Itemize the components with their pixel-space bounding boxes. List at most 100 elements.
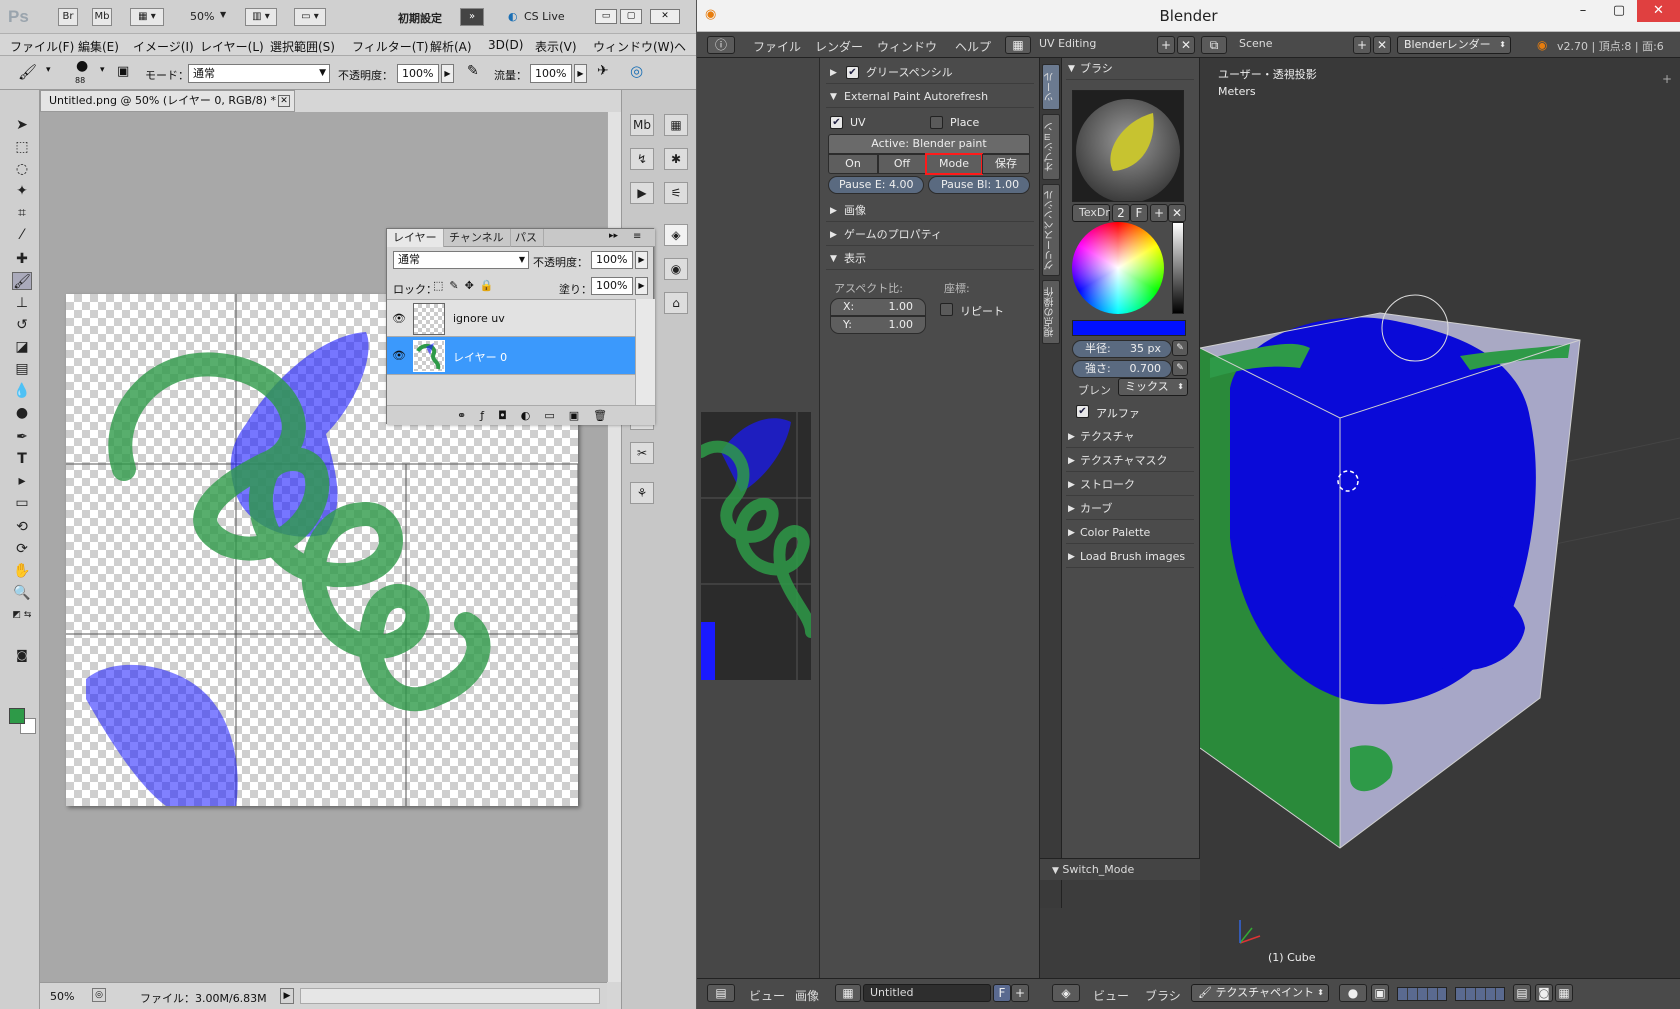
brush-preview[interactable] bbox=[1072, 90, 1184, 203]
actions-panel-icon[interactable]: ▶ bbox=[630, 182, 654, 204]
uv-checkbox[interactable]: ✔ bbox=[830, 116, 843, 129]
zoom-level-dropdown[interactable]: 50% bbox=[190, 10, 214, 23]
menu-3d[interactable]: 3D(D) bbox=[488, 38, 523, 52]
quick-mask-icon[interactable]: ◙ bbox=[12, 646, 32, 664]
swatches-panel-icon[interactable]: ▦ bbox=[664, 114, 688, 136]
tab-view[interactable]: 視点の操作 bbox=[1042, 280, 1060, 344]
editor-type-icon[interactable]: ⓘ bbox=[707, 36, 735, 54]
menu-file[interactable]: ファイル(F) bbox=[10, 38, 74, 55]
image-browse-icon[interactable]: ▦ bbox=[835, 984, 861, 1002]
lock-icons[interactable]: ⬚✎✥🔒 bbox=[433, 279, 500, 292]
type-tool-icon[interactable]: T bbox=[12, 450, 32, 468]
cslive-button[interactable]: CS Live bbox=[524, 10, 565, 23]
pressure-opacity-icon[interactable]: ✎ bbox=[467, 63, 479, 79]
path-select-tool-icon[interactable]: ▸ bbox=[12, 472, 32, 490]
uv-menu-view[interactable]: ビュー bbox=[749, 987, 785, 1004]
stamp-tool-icon[interactable]: ⊥ bbox=[12, 294, 32, 312]
document-tab[interactable]: Untitled.png @ 50% (レイヤー 0, RGB/8) * ✕ bbox=[40, 90, 295, 112]
quick-select-tool-icon[interactable]: ✦ bbox=[12, 182, 32, 200]
remove-screen-button[interactable]: ✕ bbox=[1177, 36, 1195, 54]
menu-layer[interactable]: レイヤー(L) bbox=[200, 38, 264, 55]
pressure-strength-icon[interactable]: ✎ bbox=[1172, 360, 1188, 376]
maximize-button[interactable]: ▢ bbox=[1601, 0, 1637, 22]
tab-channels[interactable]: チャンネル bbox=[443, 229, 511, 247]
blend-select[interactable]: ミックス ⬍ bbox=[1118, 378, 1188, 396]
navigator-panel-icon[interactable]: ✱ bbox=[664, 148, 688, 170]
blend-mode-select[interactable]: 通常 ▼ bbox=[393, 251, 529, 269]
remove-scene-button[interactable]: ✕ bbox=[1373, 36, 1391, 54]
move-tool-icon[interactable]: ➤ bbox=[12, 116, 32, 134]
status-menu-arrow[interactable]: ▶ bbox=[280, 988, 294, 1004]
screen-layout-icon[interactable]: ▦ bbox=[1005, 36, 1031, 54]
menu-filter[interactable]: フィルター(T) bbox=[352, 38, 428, 55]
layer-footer-icons[interactable]: ⚭ƒ◘◐▭▣🗑 bbox=[457, 409, 621, 422]
crop-tool-icon[interactable]: ⌗ bbox=[12, 204, 32, 222]
eye-icon[interactable]: 👁 bbox=[391, 311, 407, 327]
mode-select[interactable]: 通常 ▼ bbox=[188, 64, 330, 83]
pause-bl-field[interactable]: Pause Bl: 1.00 bbox=[928, 176, 1030, 194]
brush-users-count[interactable]: 2 bbox=[1112, 204, 1130, 222]
section-texture-mask[interactable]: ▶ テクスチャマスク bbox=[1066, 450, 1194, 472]
panel-collapse-icon[interactable]: ▸▸ bbox=[609, 231, 618, 241]
menu-help[interactable]: ヘルプ bbox=[955, 38, 991, 55]
3d-rotate-tool-icon[interactable]: ⟲ bbox=[12, 518, 32, 536]
add-screen-button[interactable]: + bbox=[1157, 36, 1175, 54]
adjustments-panel-icon[interactable]: ⚟ bbox=[664, 182, 688, 204]
add-image-button[interactable]: + bbox=[1011, 984, 1029, 1002]
menu-analysis[interactable]: 解析(A) bbox=[430, 38, 472, 55]
minibridge-panel-icon[interactable]: Mb bbox=[630, 114, 654, 136]
face-mask-icon[interactable]: ▣ bbox=[1371, 984, 1389, 1002]
section-stroke[interactable]: ▶ ストローク bbox=[1066, 474, 1194, 496]
brush-tool-icon[interactable]: 🖌 bbox=[12, 272, 32, 290]
interaction-mode-select[interactable]: 🖌 テクスチャペイント ⬍ bbox=[1191, 984, 1329, 1002]
flow-field[interactable]: 100% bbox=[530, 64, 572, 83]
snapshot-icon[interactable]: ◙ bbox=[1535, 984, 1553, 1002]
display-header[interactable]: ▼ 表示 bbox=[826, 248, 1034, 270]
shape-tool-icon[interactable]: ▭ bbox=[12, 494, 32, 512]
menu-select[interactable]: 選択範囲(S) bbox=[270, 38, 335, 55]
menu-render[interactable]: レンダー bbox=[815, 38, 863, 55]
strength-field[interactable]: 強さ: 0.700 bbox=[1072, 360, 1172, 378]
render-preview-icon[interactable]: ▤ bbox=[1513, 984, 1531, 1002]
minibridge-button[interactable]: Mb bbox=[92, 8, 112, 26]
brush-tool-icon[interactable]: 🖌 bbox=[18, 63, 37, 81]
fill-field[interactable]: 100% bbox=[591, 277, 633, 295]
save-button[interactable]: 保存 bbox=[982, 154, 1030, 174]
screen-layout-name[interactable]: UV Editing bbox=[1033, 36, 1161, 54]
3d-menu-brush[interactable]: ブラシ bbox=[1145, 987, 1181, 1004]
alpha-checkbox[interactable]: ✔ bbox=[1076, 405, 1089, 418]
panel-menu-icon[interactable]: ≡ bbox=[633, 231, 641, 242]
pause-e-field[interactable]: Pause E: 4.00 bbox=[828, 176, 924, 194]
flow-slider-arrow[interactable]: ▶ bbox=[574, 64, 587, 83]
opacity-field[interactable]: 100% bbox=[397, 64, 439, 83]
bridge-button[interactable]: Br bbox=[58, 8, 78, 26]
gradient-tool-icon[interactable]: ▤ bbox=[12, 360, 32, 378]
default-colors-icon[interactable]: ◩ ⇆ bbox=[12, 606, 32, 624]
off-button[interactable]: Off bbox=[878, 154, 926, 174]
3d-orbit-tool-icon[interactable]: ⟳ bbox=[12, 540, 32, 558]
repeat-checkbox[interactable] bbox=[940, 303, 953, 316]
minimize-button[interactable]: ▭ bbox=[595, 9, 617, 24]
scene-name[interactable]: Scene bbox=[1233, 36, 1359, 54]
pen-tool-icon[interactable]: ✒ bbox=[12, 428, 32, 446]
uv-image-preview[interactable] bbox=[697, 412, 817, 680]
brush-color-swatch[interactable] bbox=[1072, 320, 1186, 336]
mode-button[interactable]: Mode bbox=[925, 153, 983, 175]
opacity-slider-arrow[interactable]: ▶ bbox=[441, 64, 454, 83]
section-curve[interactable]: ▶ カーブ bbox=[1066, 498, 1194, 520]
add-scene-button[interactable]: + bbox=[1353, 36, 1371, 54]
scene-icon[interactable]: ⧉ bbox=[1201, 36, 1227, 54]
color-wheel[interactable] bbox=[1072, 222, 1164, 314]
dodge-tool-icon[interactable]: ● bbox=[12, 404, 32, 422]
3d-viewport[interactable]: ユーザー・透視投影 Meters + (1) Cube bbox=[1200, 58, 1680, 978]
maximize-button[interactable]: ▢ bbox=[620, 9, 642, 24]
viewport-shading-icon[interactable]: ● bbox=[1339, 984, 1367, 1002]
place-checkbox[interactable] bbox=[930, 116, 943, 129]
blur-tool-icon[interactable]: 💧 bbox=[12, 382, 32, 400]
brush-panel-toggle-icon[interactable]: ▣ bbox=[117, 64, 129, 79]
image-fake-user-button[interactable]: F bbox=[993, 984, 1011, 1002]
channels-panel-icon[interactable]: ◉ bbox=[664, 258, 688, 280]
foreground-color-swatch[interactable] bbox=[9, 708, 25, 724]
brush-preset-icon[interactable]: ● bbox=[76, 58, 88, 74]
grease-pencil-checkbox[interactable]: ✔ bbox=[846, 66, 859, 79]
